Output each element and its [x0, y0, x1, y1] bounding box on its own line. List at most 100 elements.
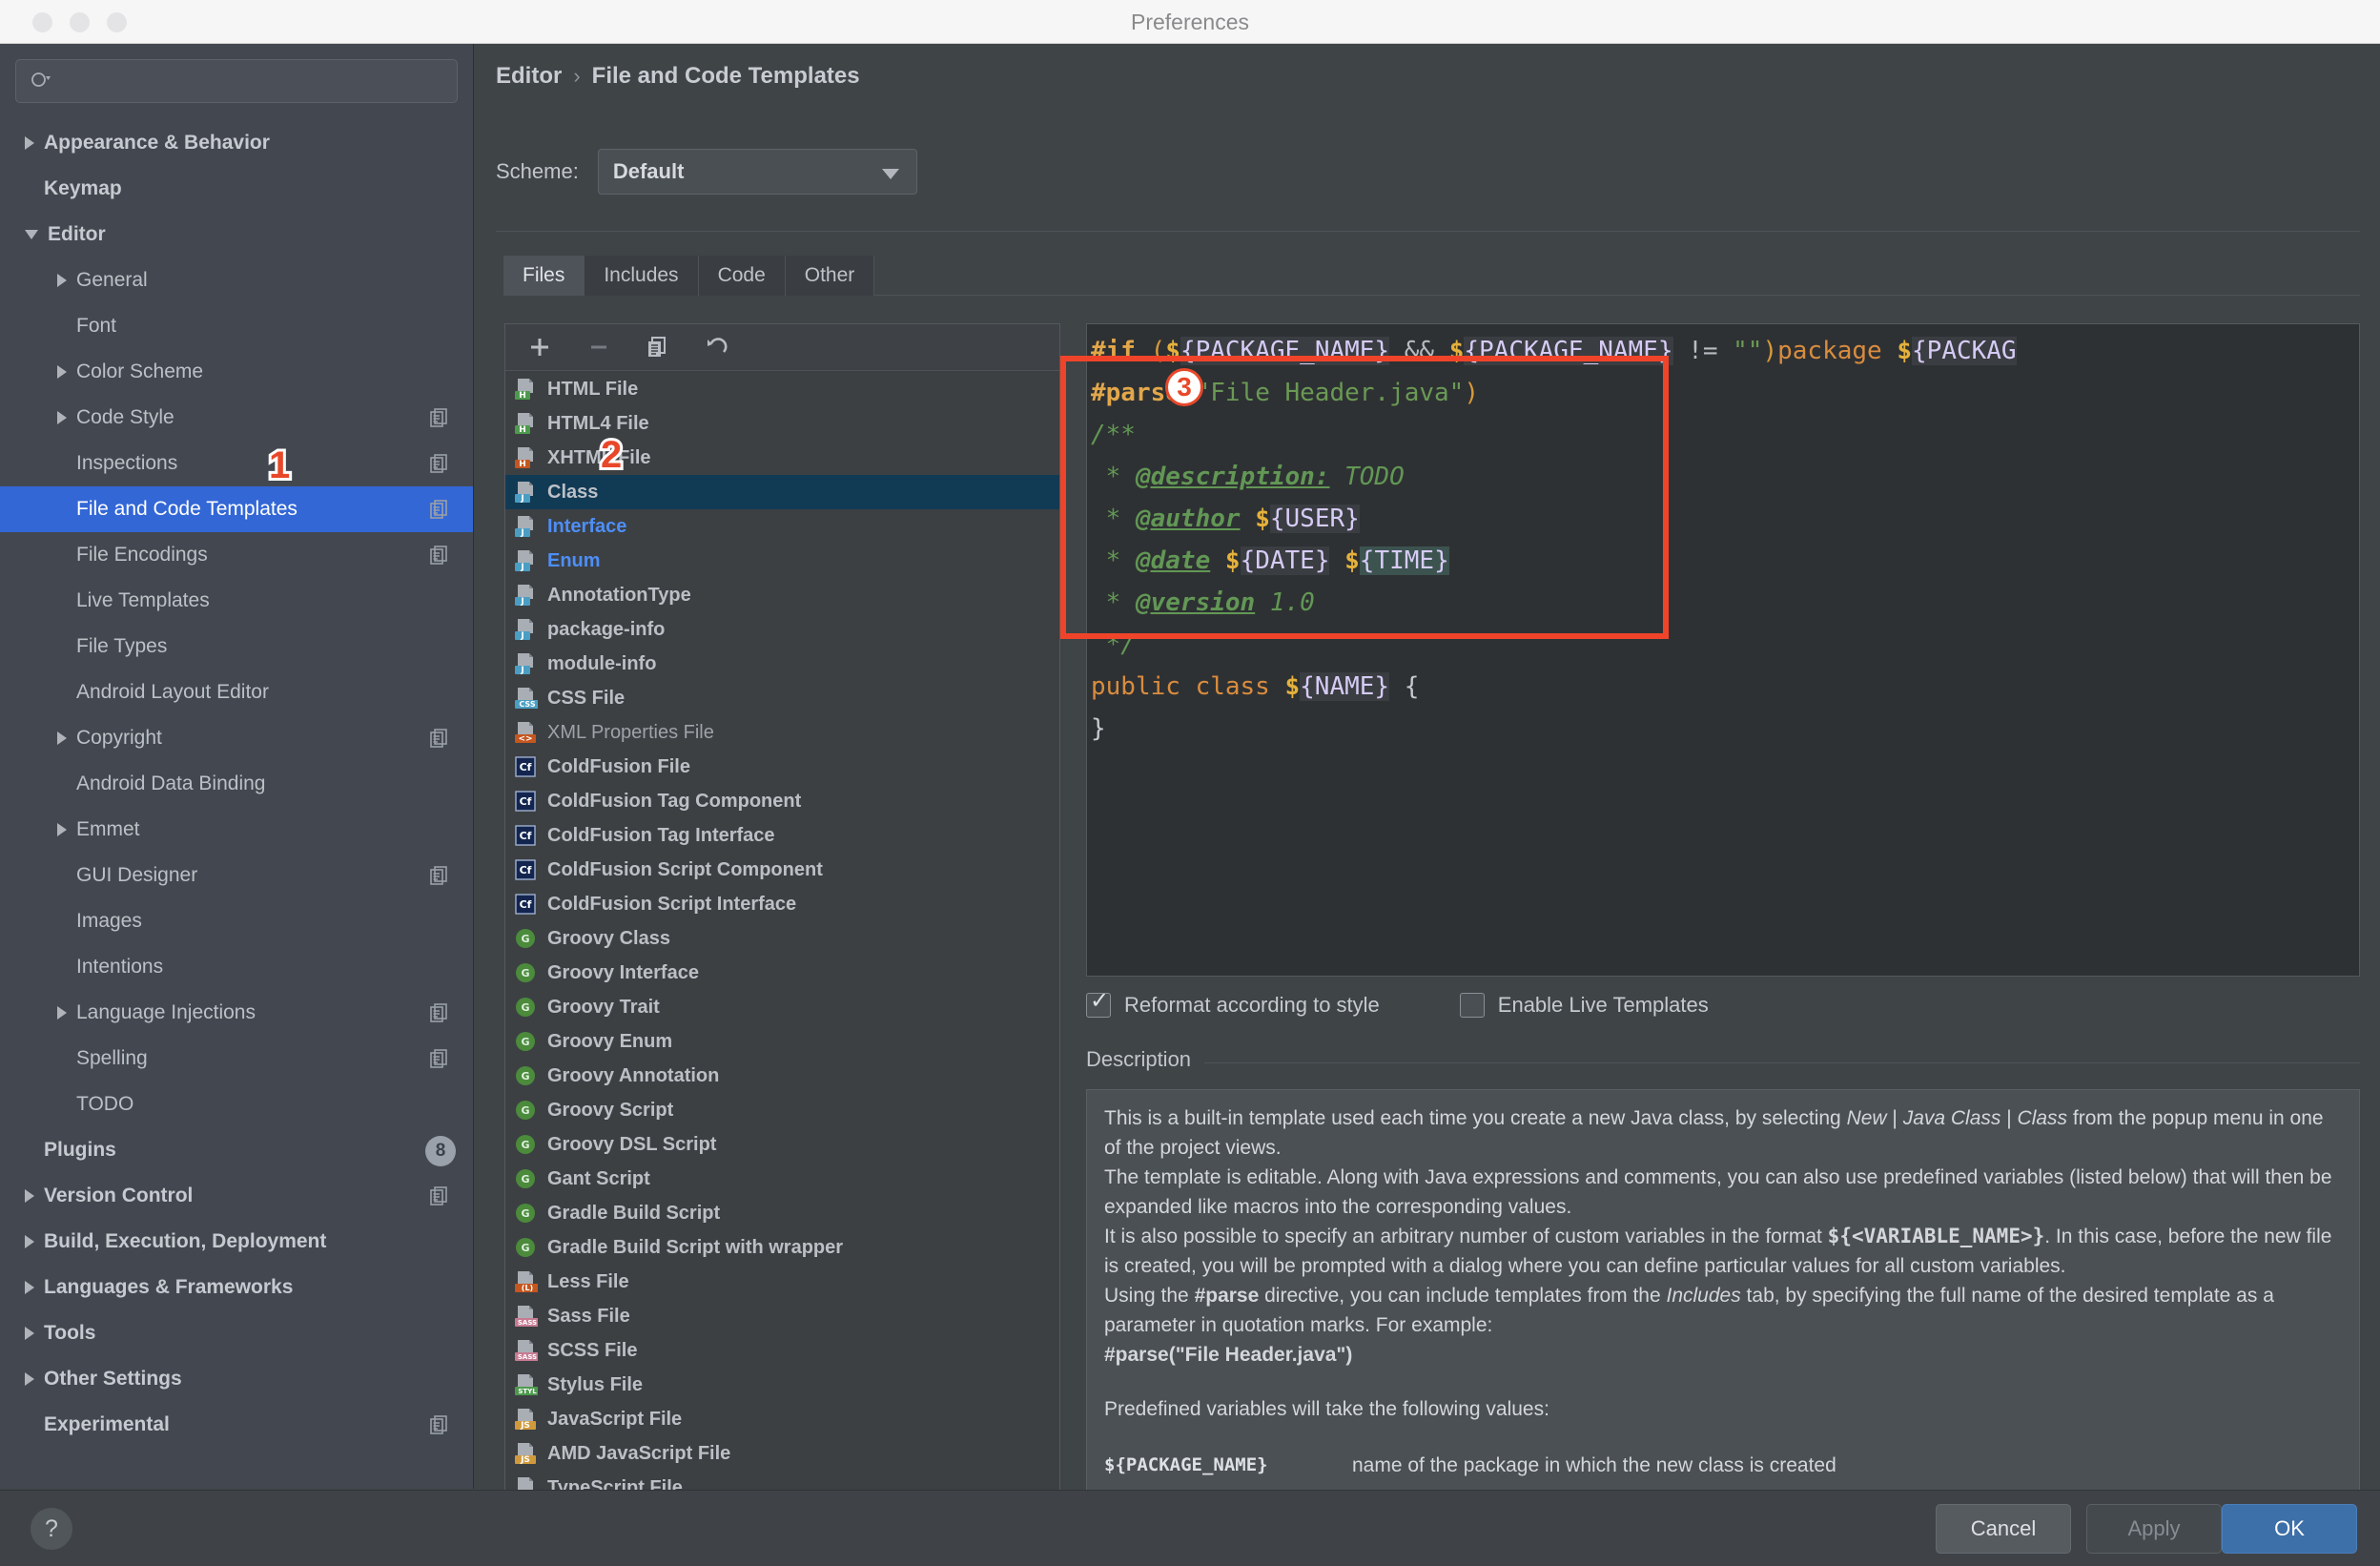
copy-settings-icon[interactable]: [429, 499, 450, 520]
sidebar-item-appearance-behavior[interactable]: Appearance & Behavior: [0, 120, 473, 166]
template-list-item-groovy-trait[interactable]: G Groovy Trait: [505, 990, 1059, 1024]
template-list-item-groovy-dsl-script[interactable]: G Groovy DSL Script: [505, 1127, 1059, 1162]
chevron-right-icon[interactable]: [57, 1006, 67, 1020]
search-box[interactable]: [15, 59, 458, 103]
ok-button[interactable]: OK: [2222, 1504, 2357, 1554]
tab-includes[interactable]: Includes: [585, 256, 699, 296]
sidebar-item-emmet[interactable]: Emmet: [0, 807, 473, 853]
template-list-item-groovy-enum[interactable]: G Groovy Enum: [505, 1024, 1059, 1059]
help-icon[interactable]: ?: [31, 1508, 72, 1550]
template-list-item-html-file[interactable]: H HTML File: [505, 372, 1059, 406]
template-list-item-coldfusion-file[interactable]: Cf ColdFusion File: [505, 750, 1059, 784]
chevron-right-icon[interactable]: [25, 1235, 34, 1248]
copy-settings-icon[interactable]: [429, 865, 450, 886]
chevron-right-icon[interactable]: [57, 411, 67, 424]
template-list-item-coldfusion-script-interface[interactable]: Cf ColdFusion Script Interface: [505, 887, 1059, 921]
chevron-right-icon[interactable]: [57, 274, 67, 287]
template-list-item-interface[interactable]: J Interface: [505, 509, 1059, 544]
copy-settings-icon[interactable]: [429, 1185, 450, 1206]
chevron-right-icon[interactable]: [25, 1281, 34, 1294]
tab-other[interactable]: Other: [785, 256, 875, 296]
chevron-right-icon[interactable]: [25, 1327, 34, 1340]
template-editor[interactable]: #if (${PACKAGE_NAME} && ${PACKAGE_NAME} …: [1086, 323, 2360, 977]
template-list-item-xml-properties-file[interactable]: <> XML Properties File: [505, 715, 1059, 750]
sidebar-item-file-and-code-templates[interactable]: File and Code Templates: [0, 486, 473, 532]
copy-settings-icon[interactable]: [429, 1414, 450, 1435]
breadcrumb-parent[interactable]: Editor: [496, 63, 562, 90]
template-list-item-amd-javascript-file[interactable]: JS AMD JavaScript File: [505, 1436, 1059, 1471]
sidebar-item-todo[interactable]: TODO: [0, 1082, 473, 1127]
template-list-item-coldfusion-script-component[interactable]: Cf ColdFusion Script Component: [505, 853, 1059, 887]
sidebar-item-android-data-binding[interactable]: Android Data Binding: [0, 761, 473, 807]
tab-code[interactable]: Code: [698, 256, 786, 296]
sidebar-item-plugins[interactable]: Plugins 8: [0, 1127, 473, 1173]
template-list-item-groovy-class[interactable]: G Groovy Class: [505, 921, 1059, 956]
chevron-right-icon[interactable]: [25, 136, 34, 150]
sidebar-item-other-settings[interactable]: Other Settings: [0, 1356, 473, 1402]
reset-icon[interactable]: [704, 334, 730, 361]
sidebar-item-experimental[interactable]: Experimental: [0, 1402, 473, 1448]
chevron-right-icon[interactable]: [57, 365, 67, 379]
template-list-item-css-file[interactable]: CSS CSS File: [505, 681, 1059, 715]
tab-files[interactable]: Files: [503, 256, 585, 296]
checkbox-checked-icon[interactable]: [1086, 989, 1111, 1018]
template-list-item-groovy-script[interactable]: G Groovy Script: [505, 1093, 1059, 1127]
sidebar-item-editor[interactable]: Editor: [0, 212, 473, 258]
template-list-item-enum[interactable]: J Enum: [505, 544, 1059, 578]
sidebar-item-languages-frameworks[interactable]: Languages & Frameworks: [0, 1265, 473, 1310]
sidebar-item-file-types[interactable]: File Types: [0, 624, 473, 670]
sidebar-item-spelling[interactable]: Spelling: [0, 1036, 473, 1082]
copy-settings-icon[interactable]: [429, 1002, 450, 1023]
template-list-item-scss-file[interactable]: SASS SCSS File: [505, 1333, 1059, 1368]
template-list-item-stylus-file[interactable]: STYL Stylus File: [505, 1368, 1059, 1402]
template-list[interactable]: H HTML File H HTML4 File H XHTML File J Class J I…: [505, 372, 1059, 1497]
sidebar-item-live-templates[interactable]: Live Templates: [0, 578, 473, 624]
template-list-item-javascript-file[interactable]: JS JavaScript File: [505, 1402, 1059, 1436]
template-list-item-package-info[interactable]: Jpackage-info: [505, 612, 1059, 647]
template-list-item-coldfusion-tag-interface[interactable]: Cf ColdFusion Tag Interface: [505, 818, 1059, 853]
checkbox-enable-live-templates[interactable]: Enable Live Templates: [1459, 993, 1709, 1018]
cancel-button[interactable]: Cancel: [1936, 1504, 2071, 1554]
copy-settings-icon[interactable]: [429, 1048, 450, 1069]
template-list-item-groovy-annotation[interactable]: G Groovy Annotation: [505, 1059, 1059, 1093]
copy-settings-icon[interactable]: [429, 407, 450, 428]
sidebar-item-file-encodings[interactable]: File Encodings: [0, 532, 473, 578]
sidebar-item-version-control[interactable]: Version Control: [0, 1173, 473, 1219]
chevron-down-icon[interactable]: [25, 230, 38, 239]
copy-settings-icon[interactable]: [429, 728, 450, 749]
sidebar-item-tools[interactable]: Tools: [0, 1310, 473, 1356]
template-list-item-less-file[interactable]: (L) Less File: [505, 1265, 1059, 1299]
template-list-item-gradle-build-script[interactable]: G Gradle Build Script: [505, 1196, 1059, 1230]
chevron-right-icon[interactable]: [57, 731, 67, 745]
sidebar-item-gui-designer[interactable]: GUI Designer: [0, 853, 473, 898]
copy-settings-icon[interactable]: [429, 453, 450, 474]
copy-settings-icon[interactable]: [429, 545, 450, 566]
template-list-item-coldfusion-tag-component[interactable]: Cf ColdFusion Tag Component: [505, 784, 1059, 818]
sidebar-item-android-layout-editor[interactable]: Android Layout Editor: [0, 670, 473, 715]
template-list-item-gradle-build-script-with-wrapper[interactable]: G Gradle Build Script with wrapper: [505, 1230, 1059, 1265]
remove-icon[interactable]: [585, 334, 612, 361]
search-input[interactable]: [64, 60, 451, 102]
template-list-item-sass-file[interactable]: SASS Sass File: [505, 1299, 1059, 1333]
chevron-right-icon[interactable]: [25, 1372, 34, 1386]
sidebar-item-general[interactable]: General: [0, 258, 473, 303]
checkbox-unchecked-icon[interactable]: [1459, 993, 1485, 1018]
sidebar-item-font[interactable]: Font: [0, 303, 473, 349]
chevron-right-icon[interactable]: [25, 1189, 34, 1203]
sidebar-item-intentions[interactable]: Intentions: [0, 944, 473, 990]
chevron-right-icon[interactable]: [57, 823, 67, 836]
add-icon[interactable]: [526, 334, 553, 361]
template-list-item-gant-script[interactable]: G Gant Script: [505, 1162, 1059, 1196]
sidebar-item-keymap[interactable]: Keymap: [0, 166, 473, 212]
scheme-select[interactable]: Default: [597, 149, 917, 195]
apply-button[interactable]: Apply: [2086, 1504, 2222, 1554]
template-source-code[interactable]: #if (${PACKAGE_NAME} && ${PACKAGE_NAME} …: [1087, 324, 2359, 750]
template-list-item-html4-file[interactable]: H HTML4 File: [505, 406, 1059, 441]
sidebar-item-color-scheme[interactable]: Color Scheme: [0, 349, 473, 395]
sidebar-item-inspections[interactable]: Inspections: [0, 441, 473, 486]
sidebar-item-build-execution-deployment[interactable]: Build, Execution, Deployment: [0, 1219, 473, 1265]
template-list-item-groovy-interface[interactable]: G Groovy Interface: [505, 956, 1059, 990]
sidebar-item-images[interactable]: Images: [0, 898, 473, 944]
sidebar-item-language-injections[interactable]: Language Injections: [0, 990, 473, 1036]
template-list-item-module-info[interactable]: Jmodule-info: [505, 647, 1059, 681]
